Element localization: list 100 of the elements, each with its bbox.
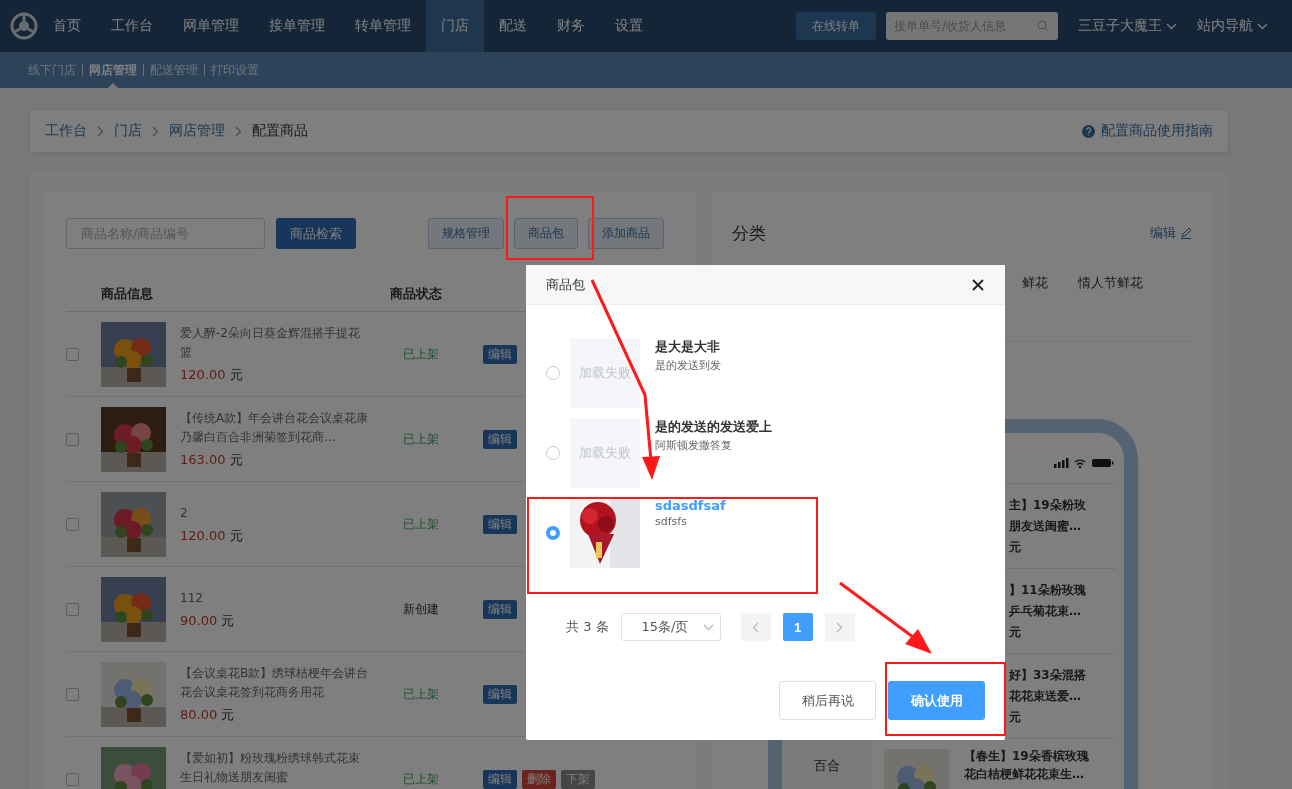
chevron-left-icon xyxy=(752,621,760,633)
sidebar-item[interactable]: 百合 xyxy=(814,757,840,787)
checkbox[interactable] xyxy=(66,517,79,531)
nav-tab[interactable]: 设置 xyxy=(600,0,658,52)
page-size-select[interactable]: 15条/页 xyxy=(620,613,721,641)
product-status: 已上架 xyxy=(402,515,440,533)
product-price: 163.00 xyxy=(180,452,226,467)
next-page-button[interactable] xyxy=(824,613,855,641)
nav-tab[interactable]: 网单管理 xyxy=(168,0,254,52)
product-title: 112 xyxy=(180,589,204,607)
logo-icon xyxy=(10,12,38,40)
preview-text: 元 xyxy=(1009,709,1022,725)
column-header: 商品状态 xyxy=(390,284,442,303)
help-icon xyxy=(1082,124,1095,138)
package-title: 是的发送的发送爱上 xyxy=(655,418,772,436)
product-price: 120.00 xyxy=(180,527,226,543)
toolbar-button[interactable]: 规格管理 xyxy=(428,218,504,249)
nav-tab[interactable]: 配送 xyxy=(484,0,542,52)
pencil-icon xyxy=(1180,227,1192,239)
package-subtitle: 是的发送到发 xyxy=(655,358,721,373)
confirm-button[interactable]: 确认使用 xyxy=(888,681,985,720)
chevron-icon xyxy=(152,125,159,137)
product-status: 新创建 xyxy=(402,600,440,618)
checkbox[interactable] xyxy=(66,772,79,786)
page-button[interactable]: 1 xyxy=(782,613,813,641)
preview-text: 】11朵粉玫瑰 xyxy=(1009,582,1086,598)
toolbar-button[interactable]: 商品包 xyxy=(514,218,578,249)
breadcrumb-current: 配置商品 xyxy=(252,122,308,140)
preview-text: 好】33朵混搭 xyxy=(1009,667,1086,683)
chevron-icon xyxy=(235,125,242,137)
total-count: 共 3 条 xyxy=(566,618,609,636)
product-title: 【爱如初】粉玫瑰粉绣球韩式花束生日礼物送朋友闺蜜 xyxy=(180,750,361,786)
nav-tab[interactable]: 财务 xyxy=(542,0,600,52)
breadcrumb-link[interactable]: 工作台 xyxy=(45,122,87,140)
cancel-button[interactable]: 稍后再说 xyxy=(779,681,876,720)
user-menu[interactable]: 三豆子大魔王 xyxy=(1078,17,1162,35)
search-button[interactable]: 商品检索 xyxy=(276,218,356,249)
edit-link[interactable]: 编辑 xyxy=(1150,224,1192,242)
preview-text: 元 xyxy=(1009,539,1022,555)
chevron-down-icon xyxy=(702,623,714,631)
transfer-button[interactable]: 在线转单 xyxy=(796,12,876,40)
prev-page-button[interactable] xyxy=(740,613,771,641)
row-action-button[interactable]: 编辑 xyxy=(483,429,517,449)
product-status: 已上架 xyxy=(402,685,440,703)
product-status: 已上架 xyxy=(402,345,440,363)
product-status: 已上架 xyxy=(402,430,440,448)
currency-unit: 元 xyxy=(229,451,243,469)
product-price: 80.00 xyxy=(180,707,218,722)
site-nav-menu[interactable]: 站内导航 xyxy=(1197,17,1253,35)
product-price: 120.00 xyxy=(180,367,226,382)
preview-text: 【春生】19朵香槟玫瑰 xyxy=(964,749,1089,764)
row-action-button[interactable]: 编辑 xyxy=(483,684,517,704)
breadcrumb-link[interactable]: 门店 xyxy=(114,122,142,140)
product-status: 已上架 xyxy=(402,770,440,788)
product-price: 90.00 xyxy=(180,612,218,628)
checkbox[interactable] xyxy=(66,347,79,361)
package-title: 是大是大非 xyxy=(655,338,721,356)
toolbar-button[interactable]: 添加商品 xyxy=(588,218,664,249)
radio[interactable] xyxy=(546,366,560,380)
panel-title: 分类 xyxy=(732,221,766,245)
preview-text: 元 xyxy=(1009,624,1022,640)
row-action-button[interactable]: 编辑 xyxy=(483,599,517,619)
preview-text: 花花束送爱… xyxy=(1009,688,1082,704)
nav-tab[interactable]: 门店 xyxy=(426,0,484,52)
checkbox[interactable] xyxy=(66,432,79,446)
status-icons xyxy=(1054,457,1114,469)
preview-text: 花白桔梗鲜花花束生… xyxy=(964,767,1085,782)
currency-unit: 元 xyxy=(221,611,235,630)
preview-text: 朋友送闺蜜… xyxy=(1009,518,1082,534)
chevron-right-icon xyxy=(836,621,844,633)
chevron-icon xyxy=(97,125,104,137)
checkbox[interactable] xyxy=(66,602,79,616)
sub-nav-tab[interactable]: 网店管理 xyxy=(83,52,143,88)
row-action-button[interactable]: 删除 xyxy=(522,769,556,789)
preview-text: 乒乓菊花束… xyxy=(1009,603,1082,619)
checkbox[interactable] xyxy=(66,687,79,701)
nav-tab[interactable]: 转单管理 xyxy=(340,0,426,52)
row-action-button[interactable]: 编辑 xyxy=(483,769,517,789)
column-header: 商品信息 xyxy=(101,284,153,303)
preview-text: 主】19朵粉玫 xyxy=(1009,497,1086,513)
radio[interactable] xyxy=(546,446,560,460)
row-action-button[interactable]: 编辑 xyxy=(483,344,517,364)
package-subtitle: sdfsfs xyxy=(655,515,688,528)
category-tab[interactable]: 情人节鲜花 xyxy=(1078,274,1143,341)
dialog-title: 商品包 xyxy=(546,275,585,294)
close-button[interactable] xyxy=(971,277,985,292)
currency-unit: 元 xyxy=(229,366,243,384)
chevron-down-icon xyxy=(1257,22,1268,30)
category-tab[interactable]: 鲜花 xyxy=(1022,274,1048,341)
breadcrumb-link[interactable]: 网店管理 xyxy=(169,122,225,140)
radio[interactable] xyxy=(546,526,560,540)
package-title: sdasdfsaf xyxy=(655,498,726,513)
help-link[interactable]: 配置商品使用指南 xyxy=(1082,122,1213,140)
currency-unit: 元 xyxy=(221,706,235,724)
nav-tab[interactable]: 接单管理 xyxy=(254,0,340,52)
chevron-down-icon xyxy=(1166,22,1177,30)
nav-tab[interactable]: 工作台 xyxy=(96,0,168,52)
product-title: 爱人醉-2朵向日葵金辉混搭手提花篮 xyxy=(180,325,361,361)
row-action-button[interactable]: 编辑 xyxy=(483,514,517,534)
nav-tab[interactable]: 首页 xyxy=(38,0,96,52)
